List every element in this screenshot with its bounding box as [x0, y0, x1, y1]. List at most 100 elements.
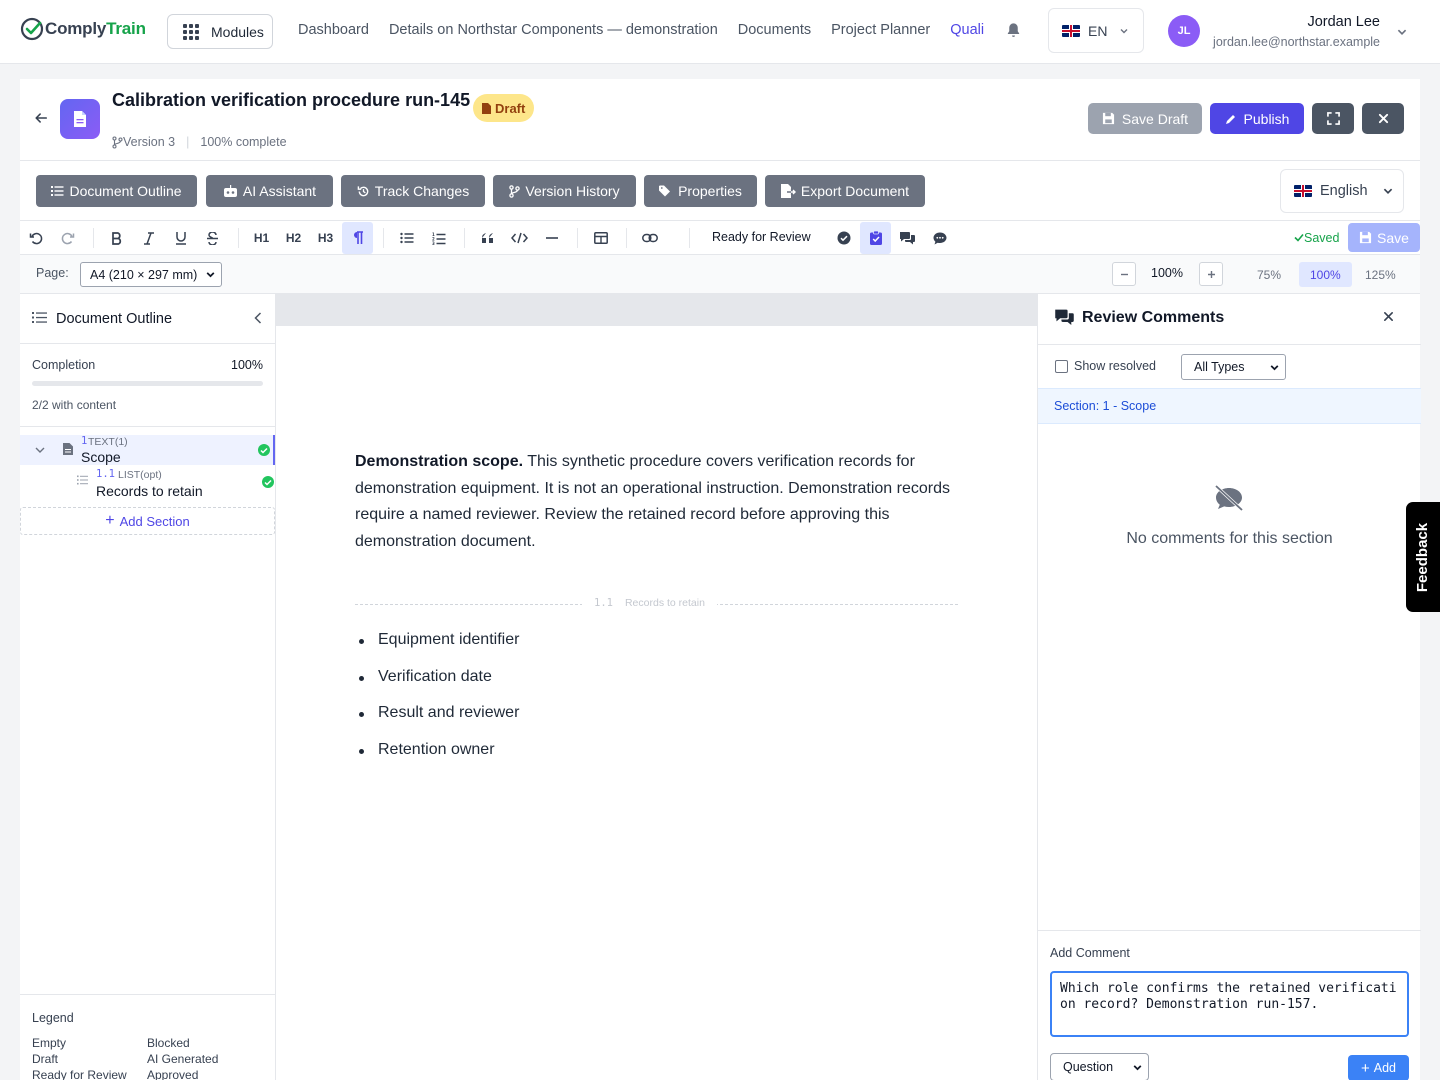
document-language-select[interactable]: English	[1280, 169, 1404, 213]
comments-toggle-button[interactable]	[892, 222, 923, 254]
feedback-tab[interactable]: Feedback	[1406, 502, 1440, 612]
ready-for-review-button[interactable]	[860, 222, 891, 254]
bullet-list-button[interactable]	[391, 222, 422, 254]
undo-button[interactable]	[20, 222, 51, 254]
close-icon[interactable]	[1383, 311, 1394, 322]
outline-section-records-to-retain[interactable]: 1.1 LIST(opt) Records to retain	[20, 468, 275, 499]
chevron-left-icon[interactable]	[252, 311, 264, 325]
code-button[interactable]	[504, 222, 535, 254]
bell-icon[interactable]	[1005, 22, 1022, 39]
divider-section-number: 1.1	[594, 597, 613, 609]
export-document-label: Export Document	[800, 183, 910, 199]
heading1-button[interactable]: H1	[246, 222, 277, 254]
fullscreen-button[interactable]	[1312, 103, 1354, 134]
uk-flag-icon	[1062, 24, 1080, 37]
underline-button[interactable]	[165, 222, 196, 254]
feedback-label: Feedback	[1414, 522, 1432, 592]
zoom-preset-125[interactable]: 125%	[1354, 262, 1407, 287]
add-comment-button[interactable]	[924, 222, 955, 254]
document-editor[interactable]: Demonstration scope. This synthetic proc…	[276, 294, 1037, 1080]
heading3-button[interactable]: H3	[310, 222, 341, 254]
legend-approved: Approved	[147, 1068, 199, 1080]
avatar[interactable]: JL	[1168, 15, 1200, 47]
no-comments-message: No comments for this section	[1126, 530, 1333, 547]
table-icon	[593, 232, 608, 244]
chevron-down-icon	[1133, 1064, 1142, 1070]
track-changes-button[interactable]: Track Changes	[341, 175, 485, 207]
show-resolved-checkbox[interactable]	[1055, 360, 1068, 373]
blockquote-button[interactable]	[472, 222, 503, 254]
chevron-down-icon[interactable]	[34, 445, 46, 455]
list-item[interactable]: Result and reviewer	[359, 704, 519, 741]
uk-flag-icon	[1294, 185, 1312, 197]
nav-link-dashboard[interactable]: Dashboard	[298, 22, 369, 38]
properties-button[interactable]: Properties	[644, 175, 757, 207]
italic-button[interactable]	[133, 222, 164, 254]
language-code: EN	[1088, 22, 1108, 39]
nav-link-project-planner[interactable]: Project Planner	[831, 22, 930, 38]
status-legend: Legend Empty Blocked Draft AI Generated …	[20, 994, 275, 1080]
nav-link-quali[interactable]: Quali	[950, 22, 984, 38]
page-gutter	[276, 294, 1037, 326]
user-menu-chevron-icon[interactable]	[1396, 26, 1408, 38]
numbered-list-button[interactable]: 123	[423, 222, 454, 254]
export-document-button[interactable]: Export Document	[765, 175, 925, 207]
document-outline-button[interactable]: Document Outline	[36, 175, 197, 207]
section-number: 1.1	[96, 468, 115, 480]
outline-section-scope[interactable]: 1 TEXT(1) Scope	[20, 435, 275, 465]
nav-link-details[interactable]: Details on Northstar Components — demons…	[389, 22, 718, 38]
chevron-down-icon	[1383, 188, 1392, 194]
close-document-button[interactable]	[1362, 103, 1404, 134]
save-button[interactable]: Save	[1348, 223, 1420, 252]
list-item[interactable]: Retention owner	[359, 741, 519, 778]
list-item[interactable]: Verification date	[359, 668, 519, 705]
zoom-out-button[interactable]	[1112, 262, 1136, 286]
heading2-button[interactable]: H2	[278, 222, 309, 254]
save-draft-button[interactable]: Save Draft	[1088, 103, 1202, 134]
horizontal-rule-button[interactable]	[536, 222, 567, 254]
review-comments-panel: Review Comments Show resolved All Types …	[1037, 294, 1421, 1080]
comment-type-filter[interactable]: All Types	[1181, 354, 1286, 380]
save-draft-label: Save Draft	[1121, 110, 1189, 127]
list-item[interactable]: Equipment identifier	[359, 631, 519, 668]
publish-button[interactable]: Publish	[1210, 103, 1304, 134]
format-toolbar: H1 H2 H3 123 Ready for Review Saved Save	[20, 221, 1420, 255]
horizontal-rule-icon	[545, 237, 558, 239]
add-section-label: Add Section	[119, 513, 190, 529]
nav-link-documents[interactable]: Documents	[738, 22, 811, 38]
add-section-button[interactable]: + Add Section	[20, 507, 275, 535]
paragraph-icon	[353, 231, 363, 244]
comment-type-select[interactable]: Question	[1050, 1053, 1149, 1080]
link-button[interactable]	[634, 222, 665, 254]
toolbar-separator	[383, 228, 384, 248]
code-icon	[511, 232, 528, 244]
app-logo[interactable]: Comply Train	[20, 17, 146, 41]
version-history-button[interactable]: Version History	[493, 175, 636, 207]
nav-links: Dashboard Details on Northstar Component…	[298, 22, 984, 38]
check-circle-icon	[837, 231, 850, 245]
back-arrow-icon[interactable]	[34, 111, 48, 125]
modules-button[interactable]: Modules	[167, 14, 273, 49]
table-button[interactable]	[585, 222, 616, 254]
scope-paragraph[interactable]: Demonstration scope. This synthetic proc…	[355, 449, 955, 555]
strikethrough-button[interactable]	[197, 222, 228, 254]
zoom-preset-100[interactable]: 100%	[1299, 262, 1352, 287]
history-icon	[357, 185, 369, 196]
zoom-preset-75[interactable]: 75%	[1246, 262, 1292, 287]
bold-button[interactable]	[101, 222, 132, 254]
language-switcher[interactable]: EN	[1048, 8, 1144, 53]
page-size-select[interactable]: A4 (210 × 297 mm)	[80, 262, 222, 287]
status-approve-button[interactable]	[828, 222, 859, 254]
show-resolved-label: Show resolved	[1074, 359, 1156, 373]
records-list[interactable]: Equipment identifier Verification date R…	[359, 631, 519, 778]
paragraph-button[interactable]	[342, 222, 373, 254]
section-name: Scope	[81, 449, 121, 465]
comment-textarea[interactable]: Which role confirms the retained verific…	[1050, 971, 1409, 1037]
zoom-in-button[interactable]	[1199, 262, 1223, 286]
document-header: Calibration verification procedure run-1…	[20, 79, 1420, 161]
legend-ai-generated: AI Generated	[147, 1052, 219, 1066]
section-number: 1	[81, 435, 88, 447]
add-comment-submit-button[interactable]: + Add	[1348, 1055, 1409, 1080]
redo-button[interactable]	[52, 222, 83, 254]
ai-assistant-button[interactable]: AI Assistant	[206, 175, 333, 207]
